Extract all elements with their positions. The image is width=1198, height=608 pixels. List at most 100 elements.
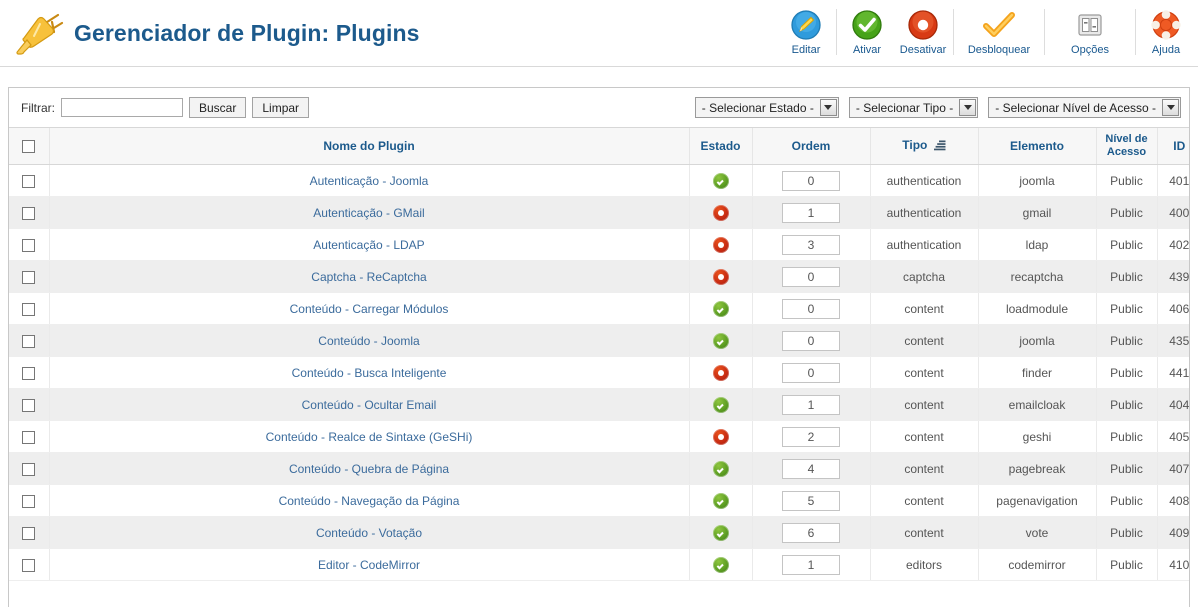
row-checkbox[interactable]: [22, 334, 36, 348]
row-checkbox[interactable]: [22, 270, 36, 284]
plugin-type-cell: authentication: [869, 164, 978, 197]
column-header-state[interactable]: Estado: [688, 127, 752, 165]
status-disabled-icon[interactable]: [712, 236, 729, 253]
plugin-name-link[interactable]: Autenticação - GMail: [313, 206, 424, 220]
plugin-name-link[interactable]: Conteúdo - Votação: [316, 526, 422, 540]
plugin-name-link[interactable]: Conteúdo - Joomla: [318, 334, 419, 348]
row-checkbox[interactable]: [22, 526, 36, 540]
row-checkbox[interactable]: [22, 494, 36, 508]
order-input[interactable]: [782, 202, 840, 223]
plugin-id-cell: 400: [1156, 196, 1189, 229]
toolbar-unlock-button[interactable]: Desbloquear: [956, 3, 1042, 63]
row-checkbox[interactable]: [22, 462, 36, 476]
status-enabled-icon[interactable]: [712, 396, 729, 413]
status-disabled-icon[interactable]: [712, 428, 729, 445]
status-disabled-icon[interactable]: [712, 268, 729, 285]
row-checkbox-cell: [9, 388, 49, 421]
row-checkbox-cell: [9, 484, 49, 517]
status-enabled-icon[interactable]: [712, 492, 729, 509]
table-row: Editor - CodeMirror editorscodemirrorPubl…: [9, 548, 1189, 581]
column-header-id[interactable]: ID: [1156, 127, 1189, 165]
order-input[interactable]: [782, 298, 840, 319]
status-enabled-icon[interactable]: [712, 300, 729, 317]
search-input[interactable]: [61, 98, 183, 117]
order-input[interactable]: [782, 362, 840, 383]
status-disabled-icon[interactable]: [712, 364, 729, 381]
row-checkbox[interactable]: [22, 398, 36, 412]
order-input[interactable]: [782, 458, 840, 479]
toolbar-options-button[interactable]: Opções: [1047, 3, 1133, 63]
order-input[interactable]: [782, 266, 840, 287]
row-checkbox-cell: [9, 452, 49, 485]
table-row: Conteúdo - Ocultar Email contentemailcloa…: [9, 388, 1189, 421]
plugin-element-cell: loadmodule: [977, 292, 1096, 325]
status-enabled-icon[interactable]: [712, 524, 729, 541]
order-input[interactable]: [782, 170, 840, 191]
plugin-order-cell: [751, 260, 870, 293]
lifering-icon: [1151, 9, 1181, 40]
plugin-name-cell: Autenticação - LDAP: [48, 228, 689, 261]
row-checkbox[interactable]: [22, 238, 36, 252]
toolbar-enable-button[interactable]: Ativar: [839, 3, 895, 63]
table-header: Nome do Plugin Estado Ordem Tipo Element…: [9, 127, 1189, 165]
filter-bar: Filtrar: Buscar Limpar - Selecionar Esta…: [9, 88, 1189, 127]
status-enabled-icon[interactable]: [712, 332, 729, 349]
order-input[interactable]: [782, 234, 840, 255]
plugin-state-cell: [688, 388, 752, 421]
order-input[interactable]: [782, 554, 840, 575]
status-disabled-icon[interactable]: [712, 204, 729, 221]
toolbar-disable-button[interactable]: Desativar: [895, 3, 951, 63]
select-type-dropdown[interactable]: - Selecionar Tipo -: [848, 97, 979, 118]
order-input[interactable]: [782, 426, 840, 447]
toolbar-edit-button[interactable]: Editar: [778, 3, 834, 63]
row-checkbox[interactable]: [22, 366, 36, 380]
order-input[interactable]: [782, 522, 840, 543]
plugin-name-link[interactable]: Conteúdo - Navegação da Página: [279, 494, 460, 508]
select-all-checkbox[interactable]: [22, 140, 36, 154]
plugin-name-link[interactable]: Captcha - ReCaptcha: [311, 270, 426, 284]
plugin-name-link[interactable]: Conteúdo - Carregar Módulos: [290, 302, 449, 316]
row-checkbox[interactable]: [22, 558, 36, 572]
column-header-order[interactable]: Ordem: [751, 127, 870, 165]
plugin-order-cell: [751, 164, 870, 197]
plugin-type-cell: authentication: [869, 196, 978, 229]
plugin-id-cell: 441: [1156, 356, 1189, 389]
plugin-name-link[interactable]: Editor - CodeMirror: [318, 558, 420, 572]
status-enabled-icon[interactable]: [712, 172, 729, 189]
plugin-state-cell: [688, 356, 752, 389]
plugin-state-cell: [688, 452, 752, 485]
plugin-element-cell: joomla: [977, 164, 1096, 197]
select-state-dropdown[interactable]: - Selecionar Estado -: [694, 97, 839, 118]
column-header-type[interactable]: Tipo: [869, 127, 978, 165]
plugin-name-link[interactable]: Autenticação - LDAP: [313, 238, 424, 252]
column-header-name[interactable]: Nome do Plugin: [48, 127, 689, 165]
plugin-name-link[interactable]: Conteúdo - Ocultar Email: [302, 398, 437, 412]
plugin-name-link[interactable]: Autenticação - Joomla: [310, 174, 429, 188]
toolbar-help-label: Ajuda: [1151, 44, 1181, 56]
plugin-name-cell: Conteúdo - Joomla: [48, 324, 689, 357]
toolbar-help-button[interactable]: Ajuda: [1138, 3, 1194, 63]
app-header: Gerenciador de Plugin: Plugins Editar At…: [0, 0, 1198, 67]
status-enabled-icon[interactable]: [712, 556, 729, 573]
row-checkbox[interactable]: [22, 174, 36, 188]
plugin-name-link[interactable]: Conteúdo - Quebra de Página: [289, 462, 449, 476]
plugin-order-cell: [751, 356, 870, 389]
row-checkbox-cell: [9, 516, 49, 549]
column-header-element[interactable]: Elemento: [977, 127, 1096, 165]
select-state-value: - Selecionar Estado -: [701, 100, 814, 115]
search-button[interactable]: Buscar: [189, 97, 247, 118]
select-access-dropdown[interactable]: - Selecionar Nível de Acesso -: [988, 97, 1181, 118]
chevron-down-icon: [819, 99, 837, 116]
row-checkbox[interactable]: [22, 206, 36, 220]
order-input[interactable]: [782, 330, 840, 351]
order-input[interactable]: [782, 490, 840, 511]
plugin-name-link[interactable]: Conteúdo - Busca Inteligente: [292, 366, 447, 380]
clear-filter-button[interactable]: Limpar: [252, 97, 310, 118]
row-checkbox[interactable]: [22, 302, 36, 316]
plugin-name-link[interactable]: Conteúdo - Realce de Sintaxe (GeSHi): [266, 430, 473, 444]
column-header-access[interactable]: Nível de Acesso: [1095, 127, 1157, 165]
status-enabled-icon[interactable]: [712, 460, 729, 477]
content-panel: Filtrar: Buscar Limpar - Selecionar Esta…: [8, 87, 1190, 607]
order-input[interactable]: [782, 394, 840, 415]
row-checkbox[interactable]: [22, 430, 36, 444]
